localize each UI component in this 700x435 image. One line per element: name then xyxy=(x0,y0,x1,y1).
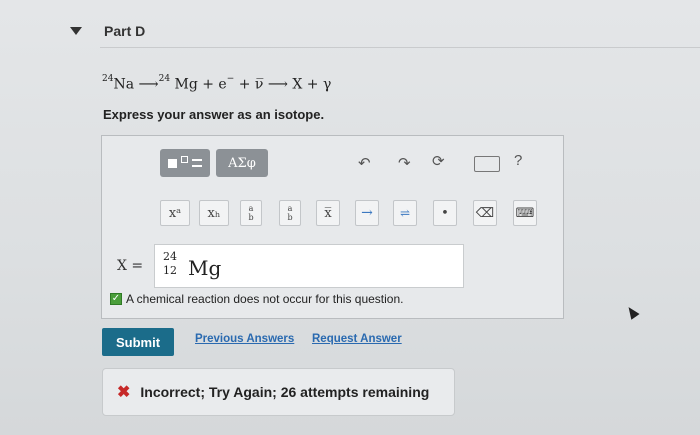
delete-icon[interactable]: ⌫ xyxy=(473,200,497,226)
nuclear-equation: 24Na ⟶24 Mg + e− + ν̅ ⟶ X + γ xyxy=(102,74,332,93)
element-symbol: Mg xyxy=(188,256,222,280)
feedback-box: ✖ Incorrect; Try Again; 26 attempts rema… xyxy=(102,368,455,416)
electron-charge: − xyxy=(226,74,235,84)
reactant-symbol: Na xyxy=(113,76,135,93)
templates-button[interactable] xyxy=(160,149,210,177)
template-superscript-icon xyxy=(181,155,188,163)
collapse-caret-icon[interactable] xyxy=(70,27,82,35)
fraction-alt-top: a xyxy=(287,204,293,213)
mass-number: 24 xyxy=(163,250,177,263)
overbar-button[interactable]: x̅ xyxy=(316,200,340,226)
reactant-mass: 24 xyxy=(102,74,114,84)
answer-input[interactable]: 24 12 Mg xyxy=(154,244,464,288)
instruction: Express your answer as an isotope. xyxy=(103,107,325,122)
request-answer-link[interactable]: Request Answer xyxy=(312,333,402,345)
product-rest: Mg + e xyxy=(174,76,227,93)
equilibrium-arrow-button[interactable]: ⇌ xyxy=(393,200,417,226)
isotope-numbers: 24 12 xyxy=(162,250,178,278)
undo-icon[interactable]: ↶ xyxy=(358,154,371,172)
keyboard-icon[interactable]: ⌨ xyxy=(513,200,537,226)
part-header[interactable]: Part D xyxy=(70,20,145,42)
divider xyxy=(100,47,700,48)
variable-label: X = xyxy=(117,258,144,274)
answer-box: ΑΣφ ↶ ↷ ⟳ ? xᵃ xₕ a b a b x̅ → ⇌ • ⌫ ⌨ X… xyxy=(101,135,564,319)
greek-symbols-button[interactable]: ΑΣφ xyxy=(216,149,268,177)
template-lines-icon xyxy=(192,159,202,167)
mouse-cursor-icon xyxy=(624,304,640,320)
submit-button[interactable]: Submit xyxy=(102,328,174,356)
equation-tail: + ν̅ ⟶ X + γ xyxy=(238,76,332,93)
reset-icon[interactable]: ⟳ xyxy=(432,152,445,170)
fraction-button[interactable]: a b xyxy=(240,200,262,226)
fraction-alt-bottom: b xyxy=(287,213,293,222)
arrow-icon: ⟶ xyxy=(134,76,159,93)
previous-answers-link[interactable]: Previous Answers xyxy=(195,333,294,345)
keyboard-shortcuts-icon[interactable] xyxy=(474,156,500,172)
help-button[interactable]: ? xyxy=(514,152,522,169)
no-reaction-row[interactable]: ✓ A chemical reaction does not occur for… xyxy=(110,292,403,306)
redo-icon[interactable]: ↷ xyxy=(398,154,411,172)
feedback-message: Incorrect; Try Again; 26 attempts remain… xyxy=(140,384,430,400)
part-title: Part D xyxy=(104,23,146,39)
fraction-bottom: b xyxy=(248,213,254,222)
subscript-button[interactable]: xₕ xyxy=(199,200,229,226)
template-square-icon xyxy=(168,158,177,168)
page: Part D 24Na ⟶24 Mg + e− + ν̅ ⟶ X + γ Exp… xyxy=(0,0,700,435)
dot-button[interactable]: • xyxy=(433,200,457,226)
no-reaction-checkbox[interactable]: ✓ xyxy=(110,293,122,305)
fraction-top: a xyxy=(248,204,254,213)
reaction-arrow-button[interactable]: → xyxy=(355,200,379,226)
incorrect-icon: ✖ xyxy=(117,384,131,401)
atomic-number: 12 xyxy=(163,264,177,277)
superscript-button[interactable]: xᵃ xyxy=(160,200,190,226)
product-mass: 24 xyxy=(158,74,171,84)
fraction-alt-button[interactable]: a b xyxy=(279,200,301,226)
no-reaction-label: A chemical reaction does not occur for t… xyxy=(126,292,404,306)
